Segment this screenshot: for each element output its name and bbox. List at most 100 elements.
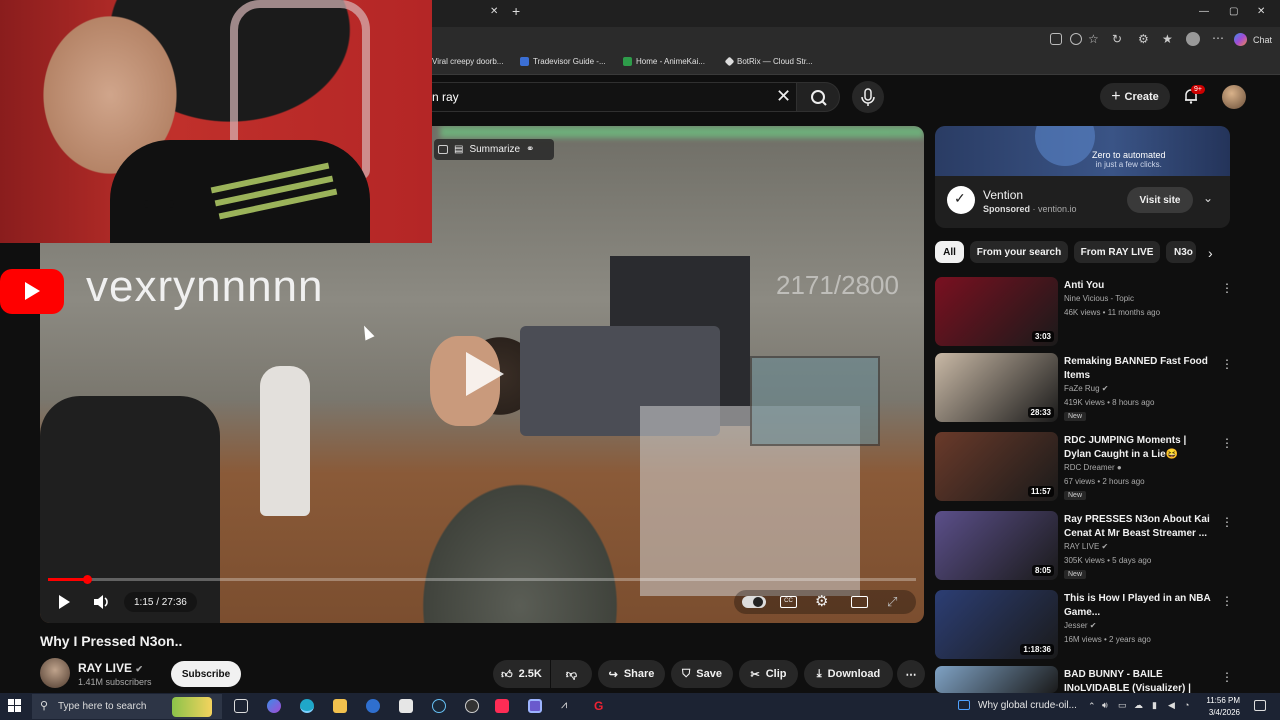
download-button[interactable]: ⤓ Download (804, 660, 893, 688)
autoplay-toggle[interactable] (742, 596, 766, 608)
copilot-icon[interactable] (1234, 33, 1247, 46)
edge-app-icon[interactable] (300, 699, 314, 713)
bookmark-item[interactable]: BotRix — Cloud Str... (724, 56, 813, 67)
summarize-label[interactable]: Summarize (469, 144, 520, 155)
taskbar-clock-time[interactable]: 11:56 PM (1206, 696, 1240, 705)
clip-button[interactable]: ✂ Clip (739, 660, 798, 688)
recommendation-title[interactable]: RDC JUMPING Moments | Dylan Caught in a … (1064, 434, 1212, 462)
chevron-right-icon[interactable]: › (1208, 245, 1213, 261)
refresh-icon[interactable]: ↻ (1112, 32, 1122, 46)
notification-center-icon[interactable] (1254, 700, 1266, 711)
video-thumbnail[interactable] (935, 666, 1058, 693)
store-app-icon[interactable] (399, 699, 413, 713)
like-button[interactable]: 👍︎ 2.5K (493, 660, 550, 688)
windows-start-icon[interactable] (8, 699, 22, 713)
chip-from-channel[interactable]: From RAY LIVE (1074, 241, 1160, 263)
more-vertical-icon[interactable]: ⋮ (1221, 436, 1233, 450)
video-thumbnail[interactable]: 8:05 (935, 511, 1058, 580)
translate-icon[interactable]: ⚭ (526, 144, 534, 155)
close-tab-icon[interactable]: ✕ (490, 6, 498, 17)
ad-card[interactable] (935, 126, 1230, 228)
recommendation-item[interactable]: 3:03 Anti You Nine Vicious - Topic 46K view… (935, 277, 1233, 349)
recommendation-channel[interactable]: FaZe Rug ✔ (1064, 384, 1109, 393)
recommendation-channel[interactable]: Jesser ✔ (1064, 621, 1097, 630)
chip-all[interactable]: All (935, 241, 964, 263)
recommendation-title[interactable]: BAD BUNNY - BAILE INoLVIDABLE (Visualize… (1064, 668, 1212, 696)
apps-icon[interactable] (1050, 33, 1062, 45)
recommendation-item[interactable]: BAD BUNNY - BAILE INoLVIDABLE (Visualize… (935, 666, 1233, 696)
grammarly-app-icon[interactable]: G (594, 699, 608, 713)
channel-name[interactable]: RAY LIVE ✔ (78, 661, 143, 675)
bookmark-item[interactable]: Tradevisor Guide -... (520, 57, 606, 66)
favorite-star-icon[interactable]: ☆ (1088, 32, 1099, 46)
recommendation-item[interactable]: 1:18:36 This is How I Played in an NBA Ga… (935, 590, 1233, 662)
dislike-button[interactable]: 👎︎ (551, 660, 592, 688)
file-explorer-icon[interactable] (333, 699, 347, 713)
wifi-icon[interactable]: ◔ (1184, 700, 1189, 710)
volume-tray-icon[interactable]: ◀ (1168, 700, 1175, 711)
summarize-bar[interactable]: ▤ Summarize ⚭ (434, 139, 554, 160)
video-thumbnail[interactable]: 28:33 (935, 353, 1058, 422)
progress-scrubber[interactable] (83, 575, 92, 584)
video-thumbnail[interactable]: 3:03 (935, 277, 1058, 346)
close-window-icon[interactable]: ✕ (1257, 6, 1265, 17)
more-menu-icon[interactable]: ⋯ (1212, 31, 1224, 45)
channel-avatar[interactable] (40, 658, 70, 688)
recommendation-title[interactable]: Remaking BANNED Fast Food Items (1064, 355, 1212, 383)
fullscreen-icon[interactable]: ⤢ (887, 594, 897, 610)
play-overlay-icon[interactable] (466, 352, 504, 396)
profile-icon[interactable] (1186, 32, 1200, 46)
subscribe-button[interactable]: Subscribe (171, 661, 241, 687)
recommendation-title[interactable]: Ray PRESSES N3on About Kai Cenat At Mr B… (1064, 513, 1212, 541)
more-vertical-icon[interactable]: ⋮ (1221, 357, 1233, 371)
captions-icon[interactable]: CC (780, 596, 797, 608)
more-vertical-icon[interactable]: ⋮ (1221, 670, 1233, 684)
tiktok-app-icon[interactable] (495, 699, 509, 713)
save-button[interactable]: ⛉ Save (671, 660, 733, 688)
create-button[interactable]: + Create (1100, 83, 1170, 110)
taskbar-clock-date[interactable]: 3/4/2026 (1206, 708, 1240, 717)
recommendation-item[interactable]: 11:57 RDC JUMPING Moments | Dylan Caught … (935, 432, 1233, 504)
taskbar-news-ticker[interactable]: Why global crude-oil... (978, 700, 1077, 711)
miniplayer-icon[interactable] (851, 596, 868, 608)
search-input[interactable] (420, 82, 796, 112)
chip-from-your-search[interactable]: From your search (970, 241, 1068, 263)
minimize-icon[interactable]: — (1199, 6, 1209, 17)
task-view-icon[interactable] (234, 699, 248, 713)
network-icon[interactable]: ▭ (1118, 700, 1127, 711)
more-vertical-icon[interactable]: ⋮ (1221, 281, 1233, 295)
recommendation-channel[interactable]: Nine Vicious - Topic (1064, 294, 1134, 303)
visit-site-button[interactable]: Visit site (1127, 187, 1193, 213)
bookmark-item[interactable]: Viral creepy doorb... (432, 57, 503, 66)
video-thumbnail[interactable]: 11:57 (935, 432, 1058, 501)
onedrive-icon[interactable]: ☁ (1134, 700, 1143, 711)
more-vertical-icon[interactable]: ⋮ (1221, 515, 1233, 529)
copilot-app-icon[interactable] (267, 699, 281, 713)
recommendation-title[interactable]: This is How I Played in an NBA Game... (1064, 592, 1212, 620)
speaker-icon[interactable]: 🔊︎ (1102, 700, 1108, 711)
discord-app-icon[interactable] (528, 699, 542, 713)
ad-advertiser[interactable]: Vention (983, 188, 1023, 202)
battery-icon[interactable]: ▮ (1152, 700, 1157, 711)
settings-gear-icon[interactable]: ⚙ (815, 592, 828, 610)
recommendation-channel[interactable]: RDC Dreamer ● (1064, 463, 1122, 472)
zoom-icon[interactable] (1070, 33, 1082, 45)
recommendation-item[interactable]: 8:05 Ray PRESSES N3on About Kai Cenat At … (935, 511, 1233, 583)
volume-icon[interactable] (92, 593, 112, 611)
steam-app-icon[interactable] (432, 699, 446, 713)
voice-search-button[interactable] (852, 81, 884, 113)
chat-label[interactable]: Chat (1253, 35, 1272, 45)
show-hidden-icons-icon[interactable]: ⌃ (1088, 701, 1096, 712)
recommendation-item[interactable]: 28:33 Remaking BANNED Fast Food Items FaZe… (935, 353, 1233, 425)
extensions-icon[interactable]: ⚙ (1138, 32, 1149, 46)
progress-bar[interactable] (48, 578, 916, 581)
ad-banner[interactable] (935, 126, 1230, 176)
user-avatar[interactable] (1222, 85, 1246, 109)
recommendation-title[interactable]: Anti You (1064, 279, 1212, 293)
bookmark-item[interactable]: Home - AnimeKai... (623, 57, 705, 66)
chrome-app-icon[interactable] (465, 699, 479, 713)
chevron-down-icon[interactable]: ⌄ (1203, 191, 1213, 205)
new-tab-icon[interactable]: + (512, 3, 520, 19)
video-thumbnail[interactable]: 1:18:36 (935, 590, 1058, 659)
clear-search-icon[interactable]: ✕ (776, 86, 791, 107)
